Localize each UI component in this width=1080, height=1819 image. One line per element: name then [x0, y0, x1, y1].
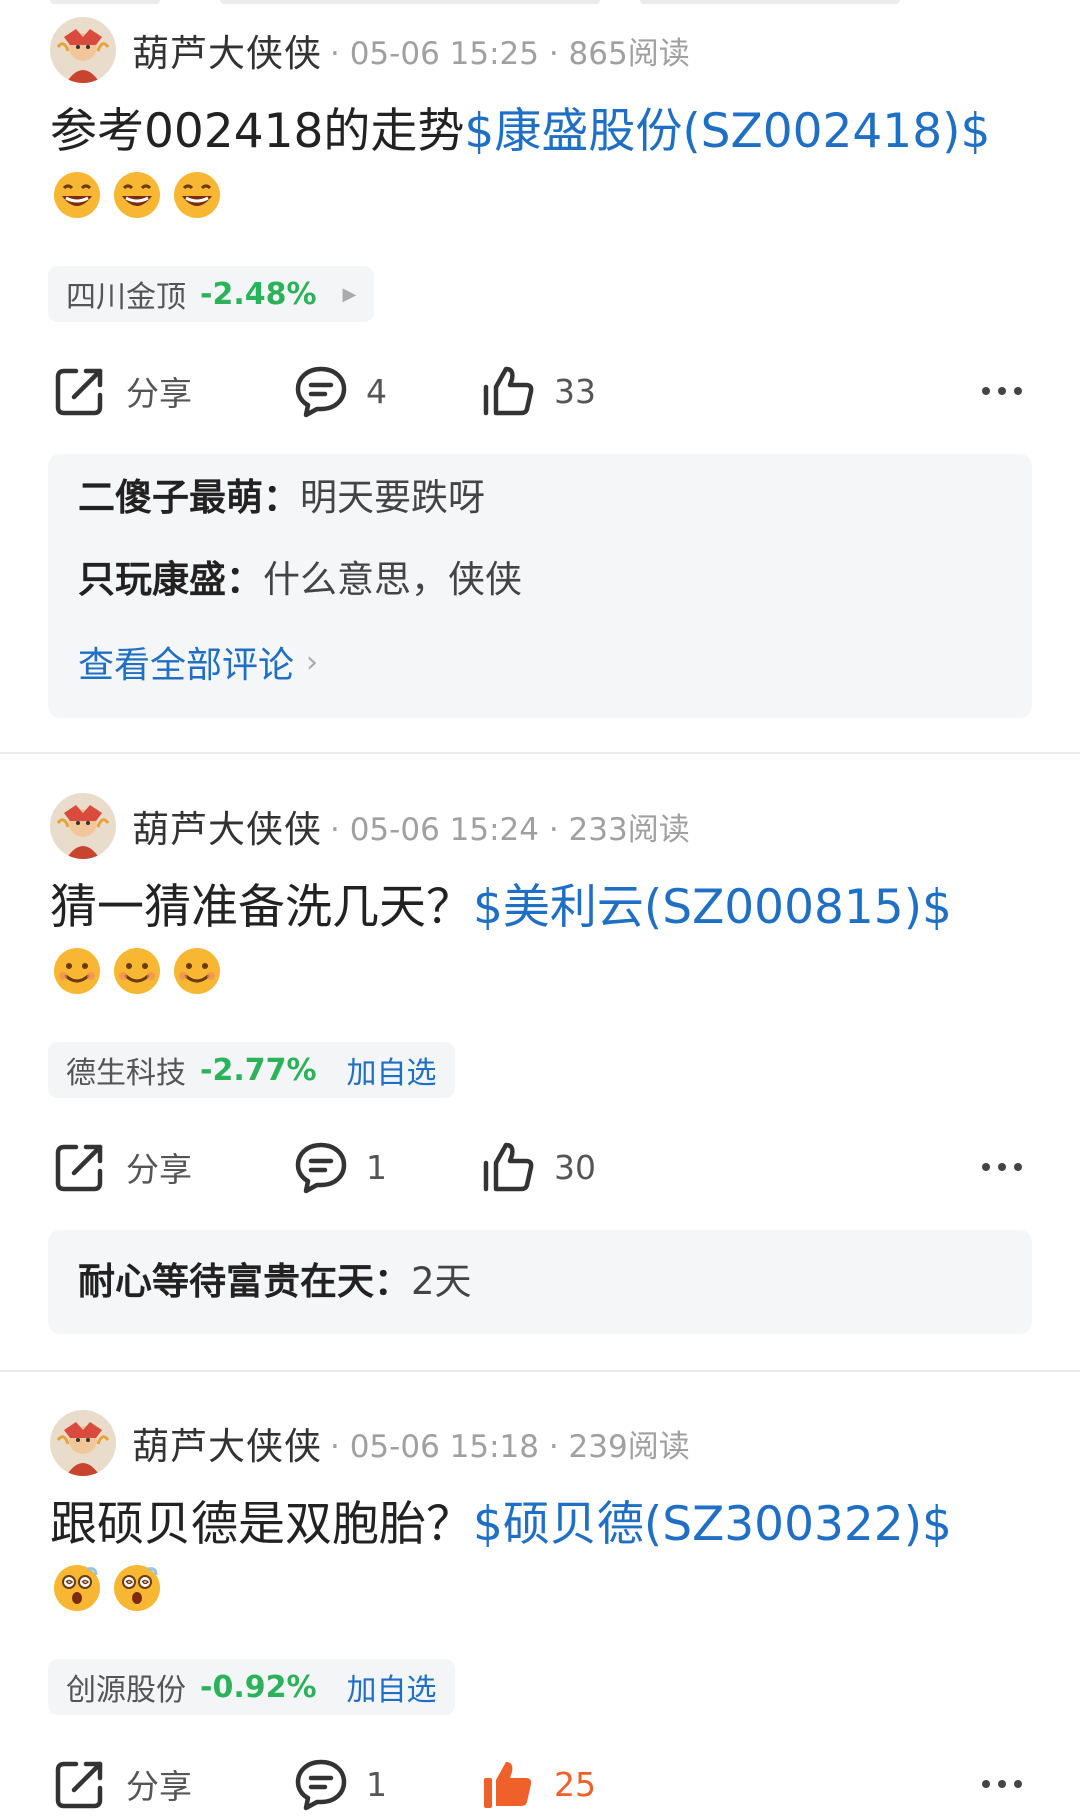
comment-bubble-icon	[295, 366, 347, 418]
comment-text: 什么意思，侠侠	[263, 558, 522, 601]
username[interactable]: 葫芦大侠侠	[132, 799, 322, 853]
username[interactable]: 葫芦大侠侠	[132, 1416, 322, 1470]
post-meta: · 05-06 15:25 · 865阅读	[330, 35, 690, 72]
avatar[interactable]	[50, 793, 116, 859]
post-content: 猜一猜准备洗几天？$美利云(SZ000815)$	[50, 876, 1040, 940]
laugh-emoji	[54, 172, 100, 218]
stock-tag-name: 德生科技	[66, 1056, 186, 1091]
post-header: 葫芦大侠侠 · 05-06 15:25 · 865阅读	[50, 14, 690, 86]
comment-bubble-icon	[295, 1142, 347, 1194]
stock-link[interactable]: $康盛股份(SZ002418)$	[464, 104, 990, 159]
like-button[interactable]: 33	[482, 356, 596, 426]
like-button[interactable]: 30	[482, 1132, 596, 1202]
post-text: 参考002418的走势	[50, 104, 465, 159]
share-button[interactable]: 分享	[52, 1132, 192, 1202]
stock-tag-change: -2.77%	[200, 1052, 317, 1088]
comment-text: 明天要跌呀	[300, 476, 485, 519]
smile-emoji	[114, 948, 160, 994]
like-count: 25	[554, 1764, 596, 1804]
stock-tag-name: 创源股份	[66, 1673, 186, 1708]
comment-text: 2天	[411, 1260, 472, 1303]
post-text: 跟硕贝德是双胞胎？	[50, 1497, 473, 1552]
avatar[interactable]	[50, 17, 116, 83]
comment-author[interactable]: 耐心等待富贵在天：	[78, 1260, 411, 1303]
username[interactable]: 葫芦大侠侠	[132, 23, 322, 77]
more-options-icon[interactable]	[982, 1132, 1022, 1202]
like-count: 30	[554, 1147, 596, 1187]
share-label: 分享	[126, 1767, 192, 1806]
stock-tag[interactable]: 四川金顶 -2.48% ▶	[48, 266, 375, 322]
post-content: 参考002418的走势$康盛股份(SZ002418)$	[50, 100, 1040, 164]
chevron-right-icon: ›	[306, 644, 319, 680]
stock-tag[interactable]: 德生科技 -2.77% 加自选	[48, 1042, 455, 1098]
add-watchlist-button[interactable]: 加自选	[347, 1048, 437, 1092]
add-watchlist-button[interactable]: 加自选	[347, 1665, 437, 1709]
dizzy-emoji	[114, 1565, 160, 1611]
comment-count: 1	[366, 1147, 387, 1187]
post-content: 跟硕贝德是双胞胎？$硕贝德(SZ300322)$	[50, 1493, 1040, 1557]
stock-tag[interactable]: 创源股份 -0.92% 加自选	[48, 1659, 455, 1715]
comment-preview: 耐心等待富贵在天：2天	[78, 1258, 472, 1306]
cut-off-chip	[50, 0, 160, 4]
dizzy-emoji	[54, 1565, 100, 1611]
post-meta: · 05-06 15:18 · 239阅读	[330, 1428, 690, 1465]
emoji-row	[52, 946, 222, 996]
share-icon	[55, 368, 103, 416]
comment-preview: 只玩康盛：什么意思，侠侠	[78, 556, 522, 604]
comment-button[interactable]: 4	[294, 356, 387, 426]
stock-tag-change: -0.92%	[200, 1669, 317, 1705]
comment-bubble-icon	[295, 1759, 347, 1811]
thumbs-up-filled-icon	[484, 1762, 532, 1808]
stock-link[interactable]: $硕贝德(SZ300322)$	[473, 1497, 952, 1552]
avatar[interactable]	[50, 1410, 116, 1476]
laugh-emoji	[174, 172, 220, 218]
like-count: 33	[554, 371, 596, 411]
cut-off-chip	[220, 0, 600, 4]
emoji-row	[52, 1563, 162, 1613]
view-all-label: 查看全部评论	[78, 645, 295, 686]
action-bar: 分享 4 33	[0, 356, 1080, 426]
comment-author[interactable]: 只玩康盛：	[78, 558, 263, 601]
post-header: 葫芦大侠侠 · 05-06 15:18 · 239阅读	[50, 1407, 690, 1479]
laugh-emoji	[114, 172, 160, 218]
comment-preview: 二傻子最萌：明天要跌呀	[78, 474, 485, 522]
comment-preview-box[interactable]: 二傻子最萌：明天要跌呀 只玩康盛：什么意思，侠侠 查看全部评论 ›	[48, 454, 1032, 718]
action-bar: 分享 1 30	[0, 1132, 1080, 1202]
share-icon	[55, 1761, 103, 1809]
thumbs-up-icon	[483, 1142, 534, 1192]
comment-button[interactable]: 1	[294, 1132, 387, 1202]
cut-off-chip	[640, 0, 900, 4]
comment-count: 4	[366, 371, 387, 411]
stock-tag-change: -2.48%	[200, 276, 317, 312]
view-all-comments-link[interactable]: 查看全部评论 ›	[78, 636, 318, 688]
smile-emoji	[174, 948, 220, 994]
comment-count: 1	[366, 1764, 387, 1804]
comment-preview-box[interactable]: 耐心等待富贵在天：2天	[48, 1230, 1032, 1334]
share-label: 分享	[126, 374, 192, 413]
play-arrow-icon: ▶	[342, 283, 357, 305]
stock-tag-name: 四川金顶	[66, 280, 186, 315]
smile-emoji	[54, 948, 100, 994]
post-divider	[0, 1370, 1080, 1372]
share-icon	[55, 1144, 103, 1192]
comment-author[interactable]: 二傻子最萌：	[78, 476, 300, 519]
post-text: 猜一猜准备洗几天？	[50, 880, 473, 935]
share-button[interactable]: 分享	[52, 356, 192, 426]
post-header: 葫芦大侠侠 · 05-06 15:24 · 233阅读	[50, 790, 690, 862]
thumbs-up-icon	[483, 366, 534, 416]
post-meta: · 05-06 15:24 · 233阅读	[330, 811, 690, 848]
more-options-icon[interactable]	[982, 356, 1022, 426]
stock-link[interactable]: $美利云(SZ000815)$	[473, 880, 952, 935]
emoji-row	[52, 170, 222, 220]
post-divider	[0, 752, 1080, 754]
previous-post-edge	[0, 0, 1080, 8]
share-label: 分享	[126, 1150, 192, 1189]
